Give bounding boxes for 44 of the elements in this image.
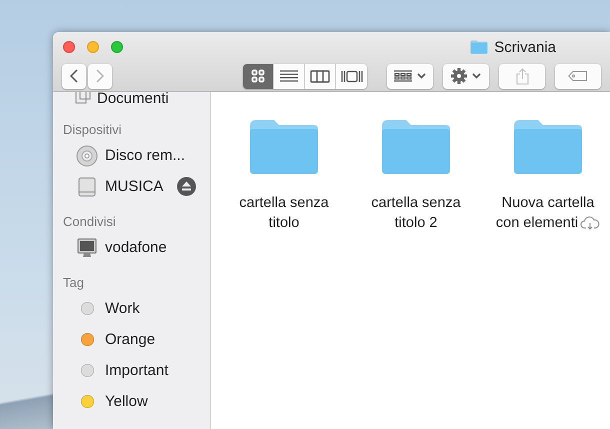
share-icon [516, 68, 528, 84]
sidebar-item[interactable]: Disco rem... [105, 147, 186, 164]
sidebar-section-header: Tag [62, 274, 85, 292]
folder-name[interactable]: cartella senza titolo [228, 193, 340, 233]
caret-icon [472, 73, 481, 79]
sidebar-section-header: Dispositivi [62, 121, 123, 139]
eject-icon[interactable] [177, 177, 196, 196]
grid-icon [394, 70, 412, 82]
folder-icon [512, 118, 584, 175]
chevron-left-icon [70, 69, 78, 83]
monitor-icon [77, 238, 97, 258]
view-mode-button[interactable] [305, 64, 336, 88]
caret-icon [417, 73, 426, 79]
close-button[interactable] [63, 41, 75, 53]
back-button[interactable] [62, 64, 86, 88]
view-mode-button[interactable] [243, 64, 274, 88]
sidebar-item[interactable]: Documenti [97, 92, 169, 107]
column-view-icon [310, 70, 330, 82]
sidebar-item[interactable]: vodafone [105, 239, 167, 256]
drive-icon [78, 176, 96, 196]
disc-icon [76, 144, 98, 166]
gallery-view-icon [340, 70, 362, 82]
folder-name[interactable]: cartella senza titolo 2 [360, 193, 472, 233]
folder-icon [248, 118, 320, 175]
sidebar-item[interactable]: Important [105, 362, 168, 379]
folder-icon [470, 40, 488, 54]
sidebar-item[interactable]: Orange [105, 331, 156, 348]
action-button[interactable] [443, 64, 489, 88]
window-title: Scrivania [494, 38, 556, 56]
sidebar-item[interactable]: Work [105, 300, 140, 317]
settings-icon [451, 68, 467, 84]
list-view-icon [280, 70, 298, 82]
icon-view-icon [251, 69, 265, 83]
view-mode-button[interactable] [274, 64, 305, 88]
folder-icon [380, 118, 452, 175]
sidebar-item[interactable]: Yellow [105, 393, 148, 410]
sidebar-item[interactable]: MUSICA [105, 178, 164, 195]
arrange-button[interactable] [387, 64, 433, 88]
chevron-right-icon [96, 69, 104, 83]
view-mode-button[interactable] [336, 64, 367, 88]
folder-name[interactable]: Nuova cartella con elementi [492, 193, 604, 233]
tag-button[interactable] [555, 64, 601, 88]
sidebar-section-header: Condivisi [62, 213, 117, 231]
tag-icon [568, 71, 588, 81]
